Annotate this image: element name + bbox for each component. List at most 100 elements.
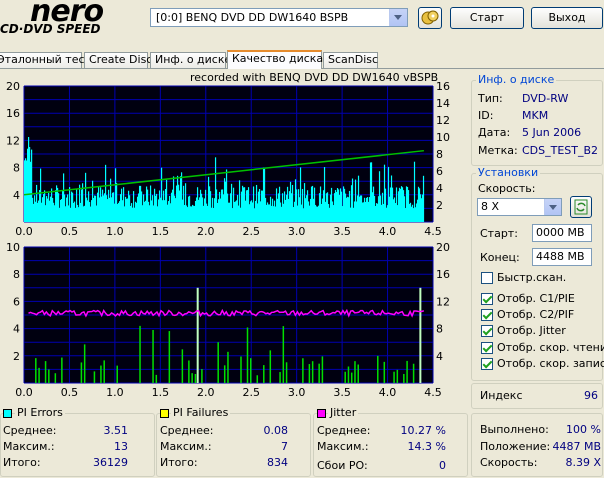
pi-failure-bar: [350, 372, 353, 383]
tab-disc-info[interactable]: Инф. о диске: [150, 52, 231, 68]
pi-failures-avg-value: 0.08: [263, 424, 289, 437]
speed-label: Скорость:: [478, 182, 536, 195]
drive-refresh-button[interactable]: [418, 7, 442, 29]
x-tick-label: 0.0: [15, 386, 33, 398]
pi-failure-bar: [393, 371, 395, 383]
chevron-down-icon[interactable]: [389, 9, 407, 26]
show-c1-pie-checkbox[interactable]: [481, 293, 493, 305]
speed-chevron-down-icon[interactable]: [544, 199, 561, 215]
pi-failure-bar: [269, 350, 272, 383]
y-left-tick-label: 2: [13, 350, 20, 363]
tab-scandisc[interactable]: ScanDisc: [323, 52, 378, 68]
show-jitter-checkbox[interactable]: [481, 325, 493, 337]
y-right-tick-label: 10: [436, 131, 450, 144]
pi-errors-title: PI Errors: [15, 406, 65, 419]
y-left-tick-label: 8: [13, 162, 20, 175]
x-tick-label: 1.5: [152, 386, 170, 398]
x-tick-label: 3.0: [288, 386, 306, 398]
pi-failure-bar: [321, 356, 324, 383]
x-tick-label: 2.0: [197, 386, 215, 398]
pi-errors-chart: 0.0 0.5 1.0 1.5 2.0 2.5 3.0 3.5 4.0 4.5 20 16 12 8 4 16…: [6, 82, 450, 238]
y-right-tick-label: 8: [436, 148, 443, 161]
disc-label-label: Метка:: [478, 144, 518, 157]
pi-failure-bar: [194, 373, 197, 383]
pi-failure-bar: [256, 375, 259, 383]
show-write-speed-checkbox[interactable]: [481, 358, 493, 370]
disc-type-value: DVD-RW: [522, 92, 569, 105]
pi-failure-bar: [246, 327, 249, 383]
show-c1-pie-label: Отобр. C1/PIE: [497, 292, 575, 305]
drive-select[interactable]: [0:0] BENQ DVD DD DW1640 BSPB: [150, 8, 408, 27]
pi-failures-max-label: Максим.:: [160, 440, 212, 453]
disc-date-value: 5 Jun 2006: [522, 126, 582, 139]
y-left-tick-label: 12: [6, 134, 20, 147]
pi-errors-total-value: 36129: [93, 456, 128, 469]
po-failures-label: Сбои PO:: [317, 459, 368, 472]
pi-failure-bar: [357, 364, 359, 383]
pi-errors-avg-label: Среднее:: [3, 424, 57, 437]
jitter-color-swatch: [317, 409, 326, 418]
pi-failures-chart: 0.0 0.5 1.0 1.5 2.0 2.5 3.0 3.5 4.0 4.5 10 8 6 4 2 20 16…: [6, 243, 450, 398]
disc-swap-icon: [421, 10, 439, 25]
pi-failure-bar: [403, 373, 405, 383]
pi-errors-total-label: Итого:: [3, 456, 41, 469]
pi-failure-bar: [240, 356, 242, 383]
x-tick-label: 3.5: [333, 225, 351, 238]
pi-failure-bar: [93, 371, 96, 383]
pi-failure-bar: [285, 362, 288, 383]
pi-failures-total-label: Итого:: [160, 456, 198, 469]
pi-failure-bar: [223, 365, 226, 383]
pi-failure-bar: [311, 361, 314, 383]
x-tick-label: 0.5: [61, 225, 79, 238]
pi-error-bar: [422, 175, 425, 222]
start-mb-input[interactable]: 0000 MB: [532, 224, 592, 242]
tab-benchmark[interactable]: Эталонный тест: [0, 52, 91, 68]
start-mb-label: Старт:: [480, 227, 518, 240]
pi-errors-max-value: 13: [114, 440, 128, 453]
x-tick-label: 3.5: [333, 386, 351, 398]
show-read-speed-checkbox[interactable]: [481, 342, 493, 354]
y-right-tick-label: 12: [436, 295, 450, 308]
speed-select[interactable]: 8 X: [477, 198, 562, 216]
y-right-tick-label: 12: [436, 114, 450, 127]
y-right-tick-label: 2: [436, 199, 443, 212]
speed-refresh-button[interactable]: [570, 196, 592, 218]
pi-failure-bar: [383, 361, 386, 383]
pi-failure-bar: [38, 367, 40, 383]
pi-failure-bar: [377, 355, 379, 383]
tab-create-disc[interactable]: Create Disc: [84, 52, 152, 68]
index-label: Индекс: [480, 389, 523, 402]
x-tick-label: 3.0: [288, 225, 306, 238]
pi-failure-spike: [196, 287, 199, 383]
pi-failure-bar: [100, 365, 102, 383]
jitter-max-label: Максим.:: [317, 440, 369, 453]
pi-failure-bar: [318, 363, 320, 383]
pi-errors-avg-value: 3.51: [103, 424, 129, 437]
y-right-tick-label: 20: [436, 243, 450, 254]
y-left-tick-label: 4: [13, 189, 20, 202]
pi-failures-total-value: 834: [267, 456, 288, 469]
po-failures-value: 0: [439, 459, 446, 472]
index-value: 96: [584, 389, 598, 402]
disc-date-label: Дата:: [478, 126, 511, 139]
pi-failure-bar: [168, 331, 171, 383]
y-right-tick-label: 14: [436, 97, 450, 110]
x-tick-label: 1.0: [106, 386, 124, 398]
quick-scan-checkbox[interactable]: [481, 272, 493, 284]
x-tick-label: 4.0: [379, 386, 397, 398]
settings-title: Установки: [476, 166, 541, 179]
x-tick-label: 4.5: [424, 386, 442, 398]
jitter-title: Jitter: [328, 406, 359, 419]
end-mb-label: Конец:: [480, 251, 520, 264]
pi-failure-bar: [396, 369, 399, 383]
pi-failure-bar: [412, 363, 415, 383]
disc-info-title: Инф. о диске: [476, 73, 557, 86]
pi-failure-bar: [227, 351, 229, 383]
pi-failure-bar: [61, 357, 63, 383]
pi-failure-bar: [282, 326, 285, 383]
tab-disc-quality[interactable]: Качество диска: [227, 50, 323, 69]
end-mb-input[interactable]: 4488 MB: [532, 248, 592, 266]
exit-button[interactable]: Выход: [531, 7, 603, 29]
start-button[interactable]: Старт: [450, 7, 524, 29]
show-c2-pif-checkbox[interactable]: [481, 309, 493, 321]
